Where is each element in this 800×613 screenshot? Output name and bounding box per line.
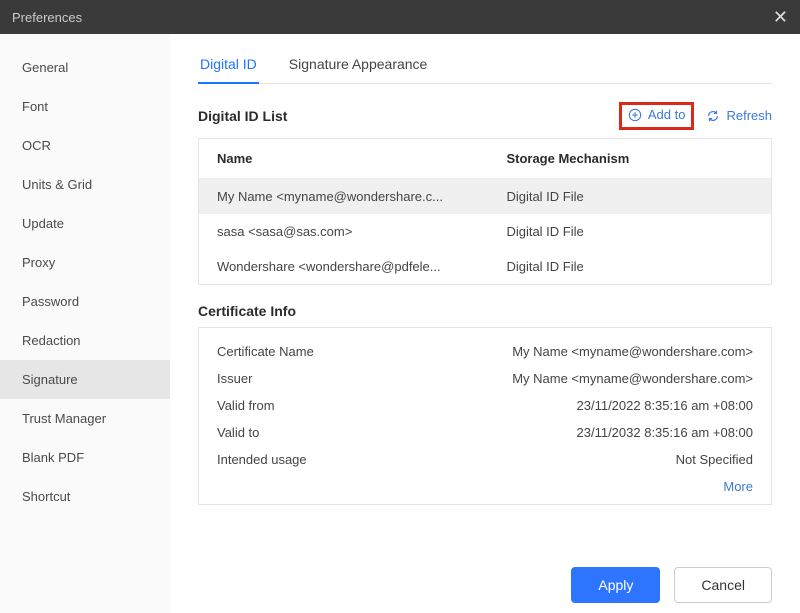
cert-row: Valid to 23/11/2032 8:35:16 am +08:00 [217, 419, 753, 446]
digital-id-list-head: Digital ID List Add to Refresh [198, 102, 772, 130]
dialog-body: General Font OCR Units & Grid Update Pro… [0, 34, 800, 613]
sidebar-item-password[interactable]: Password [0, 282, 170, 321]
cell-storage: Digital ID File [506, 259, 753, 274]
tabs: Digital ID Signature Appearance [198, 48, 772, 84]
refresh-icon [706, 109, 720, 123]
cert-row: Intended usage Not Specified [217, 446, 753, 473]
window-title: Preferences [12, 10, 82, 25]
col-header-name: Name [217, 151, 506, 166]
cert-row: Issuer My Name <myname@wondershare.com> [217, 365, 753, 392]
main-panel: Digital ID Signature Appearance Digital … [170, 34, 800, 613]
table-row[interactable]: sasa <sasa@sas.com> Digital ID File [199, 214, 771, 249]
cert-value: My Name <myname@wondershare.com> [512, 371, 753, 386]
col-header-storage: Storage Mechanism [506, 151, 753, 166]
sidebar-item-signature[interactable]: Signature [0, 360, 170, 399]
certificate-info-box: Certificate Name My Name <myname@wonders… [198, 327, 772, 505]
sidebar-item-blank-pdf[interactable]: Blank PDF [0, 438, 170, 477]
sidebar-item-font[interactable]: Font [0, 87, 170, 126]
titlebar: Preferences ✕ [0, 0, 800, 34]
table-header: Name Storage Mechanism [199, 139, 771, 179]
sidebar-item-shortcut[interactable]: Shortcut [0, 477, 170, 516]
cell-name: My Name <myname@wondershare.c... [217, 189, 506, 204]
digital-id-list-actions: Add to Refresh [619, 102, 772, 130]
digital-id-table: Name Storage Mechanism My Name <myname@w… [198, 138, 772, 285]
sidebar: General Font OCR Units & Grid Update Pro… [0, 34, 170, 613]
refresh-label: Refresh [726, 108, 772, 123]
cert-value: 23/11/2032 8:35:16 am +08:00 [577, 425, 754, 440]
cert-label: Intended usage [217, 452, 307, 467]
cert-label: Certificate Name [217, 344, 314, 359]
cert-row: Certificate Name My Name <myname@wonders… [217, 338, 753, 365]
certificate-info-title: Certificate Info [198, 303, 772, 319]
more-link[interactable]: More [723, 479, 753, 494]
cell-name: Wondershare <wondershare@pdfele... [217, 259, 506, 274]
sidebar-item-trust-manager[interactable]: Trust Manager [0, 399, 170, 438]
add-to-label: Add to [648, 107, 686, 122]
cert-label: Valid to [217, 425, 259, 440]
sidebar-item-proxy[interactable]: Proxy [0, 243, 170, 282]
cert-value: Not Specified [676, 452, 753, 467]
cancel-button[interactable]: Cancel [674, 567, 772, 603]
refresh-button[interactable]: Refresh [706, 108, 772, 123]
cert-value: 23/11/2022 8:35:16 am +08:00 [577, 398, 754, 413]
table-row[interactable]: Wondershare <wondershare@pdfele... Digit… [199, 249, 771, 284]
table-row[interactable]: My Name <myname@wondershare.c... Digital… [199, 179, 771, 214]
sidebar-item-units-grid[interactable]: Units & Grid [0, 165, 170, 204]
digital-id-list-title: Digital ID List [198, 108, 287, 124]
sidebar-item-update[interactable]: Update [0, 204, 170, 243]
cell-storage: Digital ID File [506, 224, 753, 239]
cert-label: Valid from [217, 398, 275, 413]
cell-storage: Digital ID File [506, 189, 753, 204]
cert-value: My Name <myname@wondershare.com> [512, 344, 753, 359]
cert-label: Issuer [217, 371, 252, 386]
tab-signature-appearance[interactable]: Signature Appearance [287, 48, 430, 83]
add-to-button[interactable]: Add to [628, 107, 686, 122]
more-link-container: More [217, 473, 753, 494]
sidebar-item-redaction[interactable]: Redaction [0, 321, 170, 360]
sidebar-item-ocr[interactable]: OCR [0, 126, 170, 165]
cell-name: sasa <sasa@sas.com> [217, 224, 506, 239]
dialog-footer: Apply Cancel [198, 553, 772, 603]
sidebar-item-general[interactable]: General [0, 48, 170, 87]
cert-row: Valid from 23/11/2022 8:35:16 am +08:00 [217, 392, 753, 419]
apply-button[interactable]: Apply [571, 567, 660, 603]
close-icon[interactable]: ✕ [773, 8, 788, 26]
add-to-highlight: Add to [619, 102, 695, 130]
tab-digital-id[interactable]: Digital ID [198, 48, 259, 84]
plus-circle-icon [628, 108, 642, 122]
